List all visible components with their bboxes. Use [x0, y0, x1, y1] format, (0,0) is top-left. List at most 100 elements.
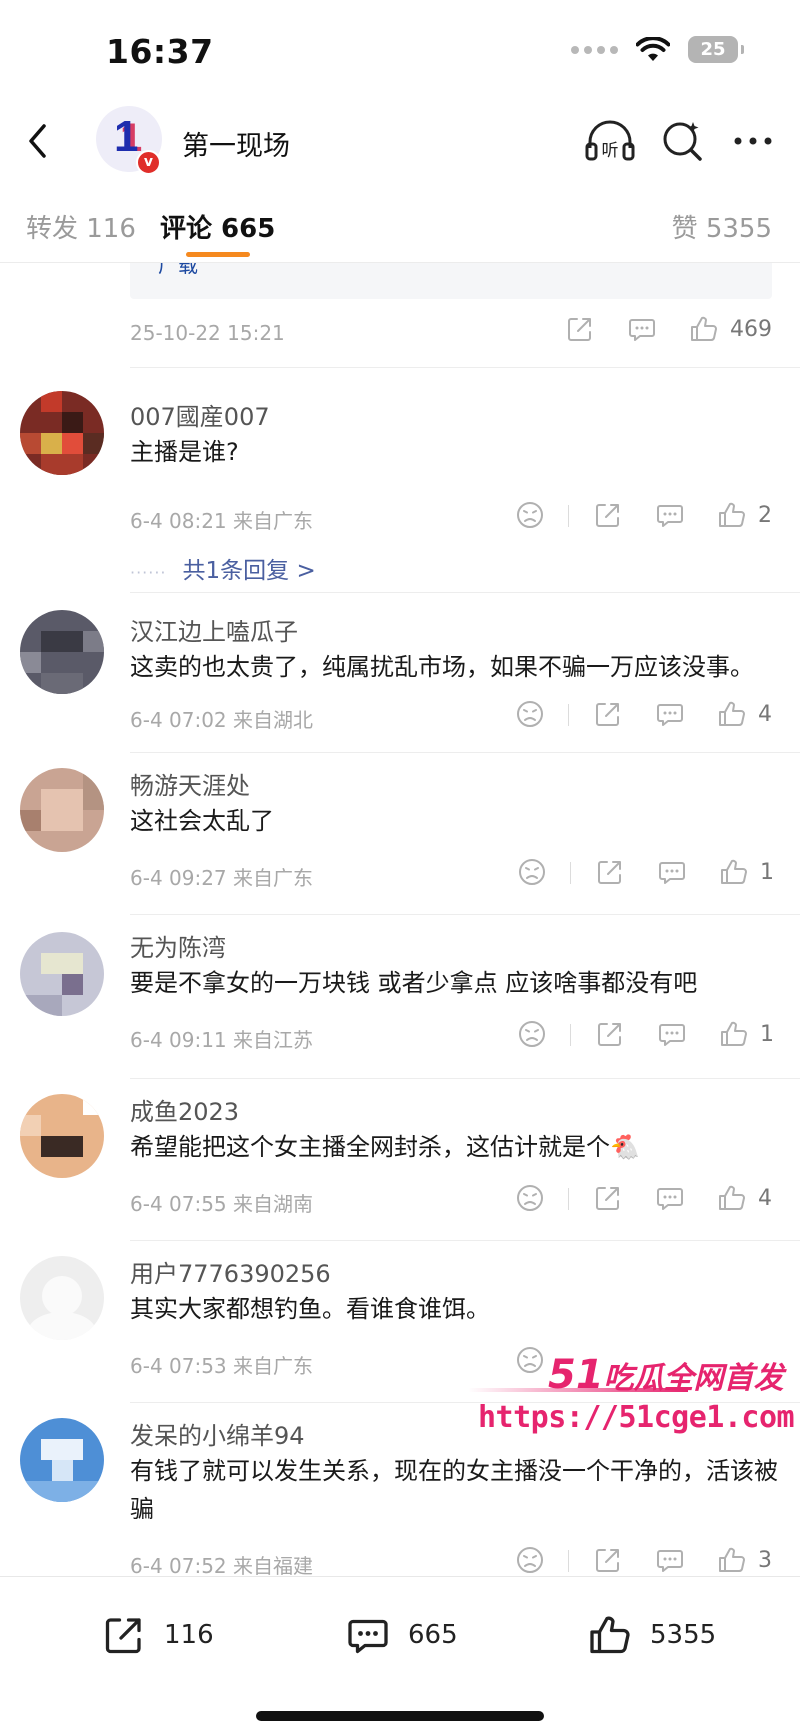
share-icon[interactable]: [594, 856, 626, 888]
dislike-icon[interactable]: [514, 499, 546, 531]
dislike-icon[interactable]: [514, 1344, 546, 1376]
like-icon: [590, 1616, 630, 1654]
tab-repost[interactable]: 转发 116: [26, 208, 136, 245]
comment-item: 畅游天涯处 这社会太乱了 6-4 09:27 来自广东 1: [0, 752, 800, 900]
comment-icon[interactable]: [656, 856, 688, 888]
post-actions: 469: [0, 313, 800, 349]
share-icon[interactable]: [592, 499, 624, 531]
share-icon[interactable]: [592, 1182, 624, 1214]
like-icon[interactable]: [688, 313, 720, 345]
wifi-icon: [636, 36, 670, 61]
comment-button[interactable]: 665: [344, 1611, 458, 1659]
status-bar: 16:37 25: [0, 0, 800, 100]
comment-text: 其实大家都想钓鱼。看谁食谁饵。: [130, 1295, 490, 1323]
active-tab-indicator: [186, 252, 250, 257]
commenter-name[interactable]: 汉江边上嗑瓜子: [130, 612, 298, 647]
share-icon: [105, 1618, 141, 1654]
tab-bar: 转发 116 评论 665 赞 5355: [0, 188, 800, 260]
watermark-url: https://51cge1.com: [478, 1400, 795, 1435]
commenter-avatar[interactable]: [20, 1094, 104, 1178]
action-separator: [568, 1550, 569, 1572]
post-link-card[interactable]: 广载 ›: [130, 263, 772, 299]
comment-icon[interactable]: [654, 1544, 686, 1575]
dislike-icon[interactable]: [514, 1544, 546, 1575]
commenter-avatar[interactable]: [20, 932, 104, 1016]
share-icon[interactable]: [564, 313, 596, 345]
comment-text: 希望能把这个女主播全网封杀，这估计就是个🐔: [130, 1128, 780, 1166]
repost-button[interactable]: 116: [100, 1611, 214, 1659]
like-count: 4: [758, 702, 772, 727]
like-icon[interactable]: [716, 499, 748, 531]
comment-actions: 4: [0, 1182, 800, 1218]
comment-icon: [348, 1619, 388, 1654]
status-time: 16:37: [106, 32, 214, 71]
reply-link-text: 共1条回复 >: [182, 558, 316, 584]
comment-icon[interactable]: [654, 499, 686, 531]
comment-text: 有钱了就可以发生关系，现在的女主播没一个干净的，活该被骗: [130, 1457, 778, 1523]
more-options-icon[interactable]: [730, 118, 776, 164]
dislike-icon[interactable]: [514, 698, 546, 730]
battery-indicator: 25: [688, 36, 744, 63]
like-button[interactable]: 5355: [586, 1611, 716, 1659]
commenter-avatar[interactable]: [20, 768, 104, 852]
commenter-name[interactable]: 发呆的小绵羊94: [130, 1416, 305, 1451]
account-avatar[interactable]: 1 1 v: [96, 106, 162, 175]
dislike-icon[interactable]: [514, 1182, 546, 1214]
commenter-avatar[interactable]: [20, 1418, 104, 1502]
dislike-icon[interactable]: [516, 856, 548, 888]
comment-item: 无为陈湾 要是不拿女的一万块钱 或者少拿点 应该啥事都没有吧 6-4 09:11…: [0, 914, 800, 1064]
comment-icon[interactable]: [654, 698, 686, 730]
link-card-arrow-icon: ›: [158, 263, 744, 269]
comment-icon[interactable]: [654, 1182, 686, 1214]
search-icon[interactable]: [660, 118, 706, 164]
action-separator: [568, 704, 569, 726]
commenter-avatar[interactable]: [20, 610, 104, 694]
like-count: 1: [760, 860, 774, 885]
header-title[interactable]: 第一现场: [182, 124, 290, 163]
commenter-avatar[interactable]: [20, 391, 104, 475]
view-replies-link[interactable]: ······ 共1条回复 >: [130, 551, 316, 585]
commenter-name[interactable]: 用户7776390256: [130, 1254, 331, 1289]
like-count: 2: [758, 503, 772, 528]
comment-text: 这社会太乱了: [130, 807, 274, 835]
share-icon[interactable]: [592, 1544, 624, 1575]
home-indicator[interactable]: [256, 1711, 544, 1721]
reply-dots: ······: [130, 563, 167, 582]
verified-badge: v: [136, 150, 161, 175]
action-separator: [570, 862, 571, 884]
bottom-action-bar: 116 665 5355: [0, 1576, 800, 1736]
share-icon[interactable]: [592, 698, 624, 730]
share-icon[interactable]: [594, 1018, 626, 1050]
comment-icon[interactable]: [656, 1018, 688, 1050]
svg-text:听: 听: [602, 141, 619, 161]
like-icon[interactable]: [716, 1544, 748, 1575]
like-icon[interactable]: [716, 1182, 748, 1214]
comment-text: 主播是谁?: [130, 438, 239, 466]
like-icon[interactable]: [718, 1018, 750, 1050]
comment-icon[interactable]: [626, 313, 658, 345]
comment-item: 成鱼2023 希望能把这个女主播全网封杀，这估计就是个🐔 6-4 07:55 来…: [0, 1078, 800, 1226]
commenter-name[interactable]: 成鱼2023: [130, 1092, 239, 1127]
tab-comments[interactable]: 评论 665: [160, 208, 275, 245]
like-count: 469: [730, 317, 772, 342]
commenter-name[interactable]: 畅游天涯处: [130, 766, 250, 801]
tab-likes[interactable]: 赞 5355: [672, 208, 772, 245]
comment-text: 这卖的也太贵了，纯属扰乱市场，如果不骗一万应该没事。: [130, 653, 754, 681]
action-separator: [568, 1188, 569, 1210]
commenter-name[interactable]: 无为陈湾: [130, 928, 226, 963]
listen-headphones-icon[interactable]: 听: [584, 118, 636, 164]
like-icon[interactable]: [718, 856, 750, 888]
dislike-icon[interactable]: [516, 1018, 548, 1050]
commenter-avatar[interactable]: [20, 1256, 104, 1340]
like-count: 4: [758, 1186, 772, 1211]
commenter-name[interactable]: 007國産007: [130, 397, 270, 432]
status-indicators: 25: [571, 36, 744, 63]
like-icon[interactable]: [716, 698, 748, 730]
comment-item: 007國産007 主播是谁? 6-4 08:21 来自广东 2 ······ 共1…: [0, 367, 800, 592]
watermark-decoration: [468, 1388, 688, 1392]
avatar-logo-glyph: 1: [114, 112, 139, 161]
back-icon[interactable]: [14, 114, 64, 168]
comment-actions: 1: [0, 1018, 800, 1054]
chicken-emoji: 🐔: [610, 1133, 640, 1161]
comment-text-body: 希望能把这个女主播全网封杀，这估计就是个: [130, 1133, 610, 1161]
